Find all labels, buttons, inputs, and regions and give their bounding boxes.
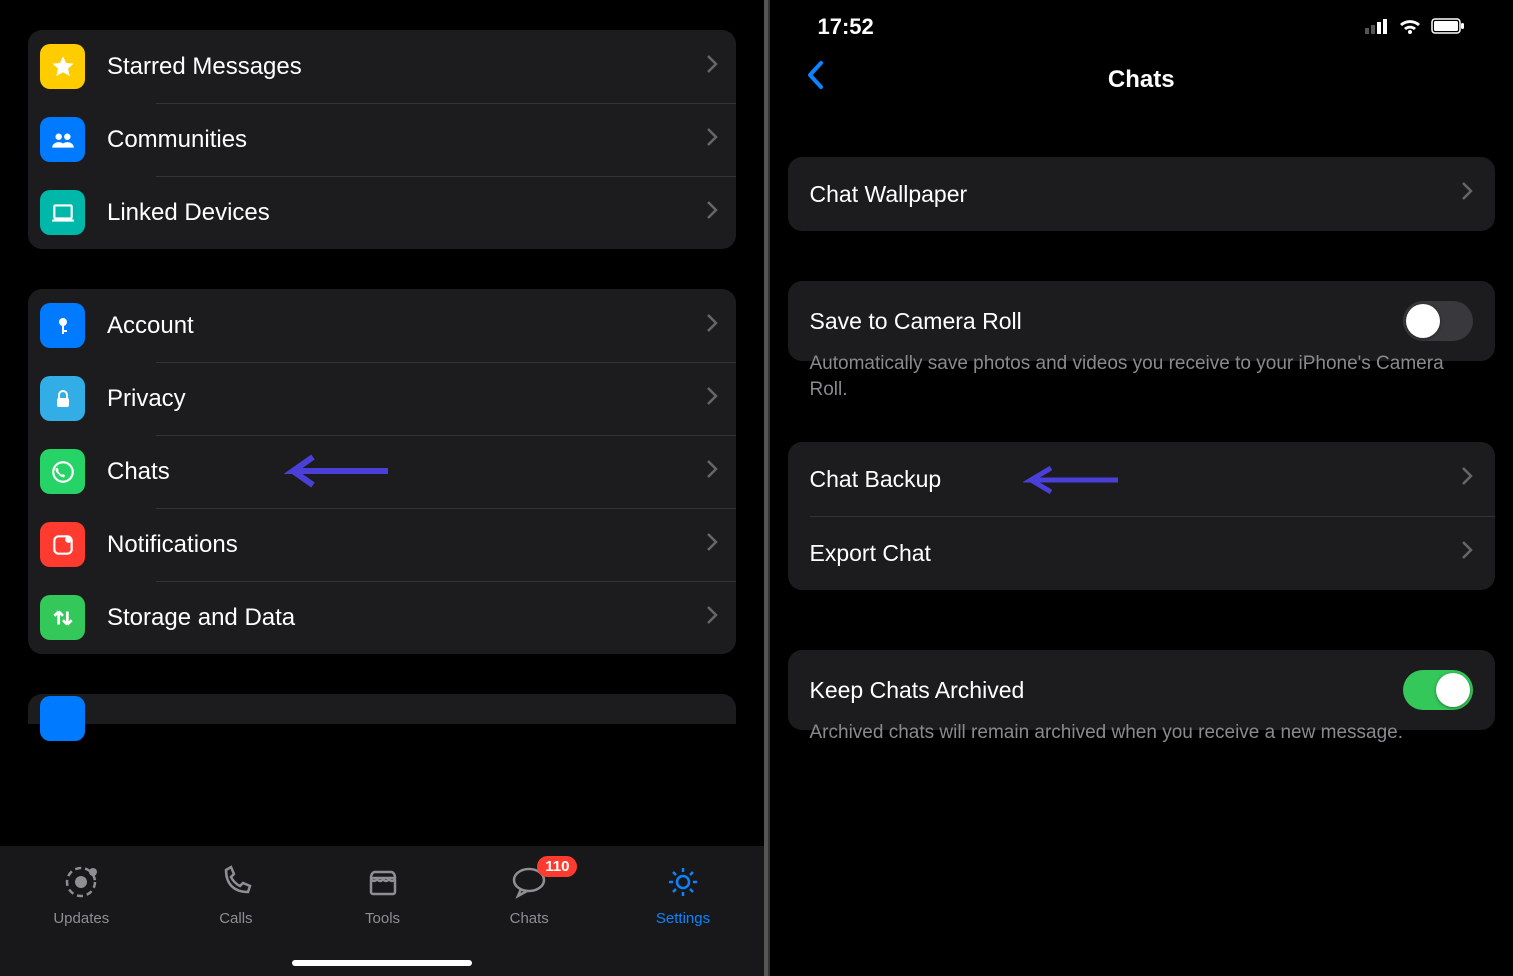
whatsapp-icon: [40, 449, 85, 494]
row-storage-data[interactable]: Storage and Data: [28, 581, 736, 654]
chevron-right-icon: [706, 385, 718, 413]
row-label: Export Chat: [810, 540, 1462, 567]
chevron-right-icon: [706, 53, 718, 81]
tab-updates[interactable]: Updates: [53, 862, 109, 927]
phone-icon: [216, 862, 256, 902]
row-label: Notifications: [107, 531, 706, 559]
row-export-chat[interactable]: Export Chat: [788, 516, 1496, 590]
chat-wallpaper-group: Chat Wallpaper: [788, 157, 1496, 231]
chevron-right-icon: [1461, 180, 1473, 208]
laptop-icon: [40, 190, 85, 235]
chevron-right-icon: [1461, 539, 1473, 567]
chevron-right-icon: [706, 604, 718, 632]
row-notifications[interactable]: Notifications: [28, 508, 736, 581]
row-label: Chats: [107, 458, 706, 486]
row-label: Privacy: [107, 385, 706, 413]
archived-toggle[interactable]: [1403, 670, 1473, 710]
star-icon: [40, 44, 85, 89]
row-label: Account: [107, 312, 706, 340]
chevron-right-icon: [1461, 465, 1473, 493]
page-title: Chats: [788, 66, 1496, 94]
row-keep-archived[interactable]: Keep Chats Archived: [788, 650, 1496, 730]
tab-label: Chats: [510, 910, 549, 927]
row-account[interactable]: Account: [28, 289, 736, 362]
row-chat-wallpaper[interactable]: Chat Wallpaper: [788, 157, 1496, 231]
cellular-icon: [1365, 14, 1389, 40]
row-label: Chat Wallpaper: [810, 181, 1462, 208]
gear-icon: [663, 862, 703, 902]
camera-roll-group: Save to Camera Roll: [788, 281, 1496, 361]
row-label: Linked Devices: [107, 199, 706, 227]
row-label: Chat Backup: [810, 466, 1462, 493]
row-chat-backup[interactable]: Chat Backup: [788, 442, 1496, 516]
wifi-icon: [1397, 14, 1423, 40]
peek-icon: [40, 696, 85, 741]
settings-group-2: Account Privacy Chats Notifications: [28, 289, 736, 654]
row-save-camera-roll[interactable]: Save to Camera Roll: [788, 281, 1496, 361]
chats-badge: 110: [537, 856, 577, 877]
status-time: 17:52: [818, 14, 874, 40]
tab-bar: Updates Calls Tools 110 Chats Settings: [0, 846, 764, 976]
tab-calls[interactable]: Calls: [216, 862, 256, 927]
settings-screen: Starred Messages Communities Linked Devi…: [0, 0, 764, 976]
archived-group: Keep Chats Archived: [788, 650, 1496, 730]
row-chats[interactable]: Chats: [28, 435, 736, 508]
battery-icon: [1431, 14, 1465, 40]
status-bar: 17:52: [788, 0, 1496, 46]
chevron-right-icon: [706, 199, 718, 227]
tab-label: Updates: [53, 910, 109, 927]
row-label: Starred Messages: [107, 53, 706, 81]
row-label: Storage and Data: [107, 604, 706, 632]
tab-settings[interactable]: Settings: [656, 862, 710, 927]
row-linked-devices[interactable]: Linked Devices: [28, 176, 736, 249]
store-icon: [363, 862, 403, 902]
tab-chats[interactable]: 110 Chats: [509, 862, 549, 927]
lock-icon: [40, 376, 85, 421]
status-icon: [61, 862, 101, 902]
updown-icon: [40, 595, 85, 640]
row-communities[interactable]: Communities: [28, 103, 736, 176]
key-icon: [40, 303, 85, 348]
row-label: Keep Chats Archived: [810, 677, 1404, 704]
settings-group-1: Starred Messages Communities Linked Devi…: [28, 30, 736, 249]
row-label: Save to Camera Roll: [810, 308, 1404, 335]
tab-tools[interactable]: Tools: [363, 862, 403, 927]
row-starred-messages[interactable]: Starred Messages: [28, 30, 736, 103]
chevron-right-icon: [706, 126, 718, 154]
backup-group: Chat Backup Export Chat: [788, 442, 1496, 590]
chevron-right-icon: [706, 458, 718, 486]
tab-label: Settings: [656, 910, 710, 927]
home-indicator[interactable]: [292, 960, 472, 966]
chevron-right-icon: [706, 312, 718, 340]
chevron-right-icon: [706, 531, 718, 559]
row-label: Communities: [107, 126, 706, 154]
notifications-icon: [40, 522, 85, 567]
row-privacy[interactable]: Privacy: [28, 362, 736, 435]
tab-label: Calls: [219, 910, 252, 927]
settings-group-peek: [28, 694, 736, 724]
people-icon: [40, 117, 85, 162]
camera-roll-toggle[interactable]: [1403, 301, 1473, 341]
tab-label: Tools: [365, 910, 400, 927]
chats-settings-screen: 17:52 Chats Chat Wallpaper Save to Camer…: [768, 0, 1513, 976]
nav-bar: Chats: [788, 46, 1496, 117]
